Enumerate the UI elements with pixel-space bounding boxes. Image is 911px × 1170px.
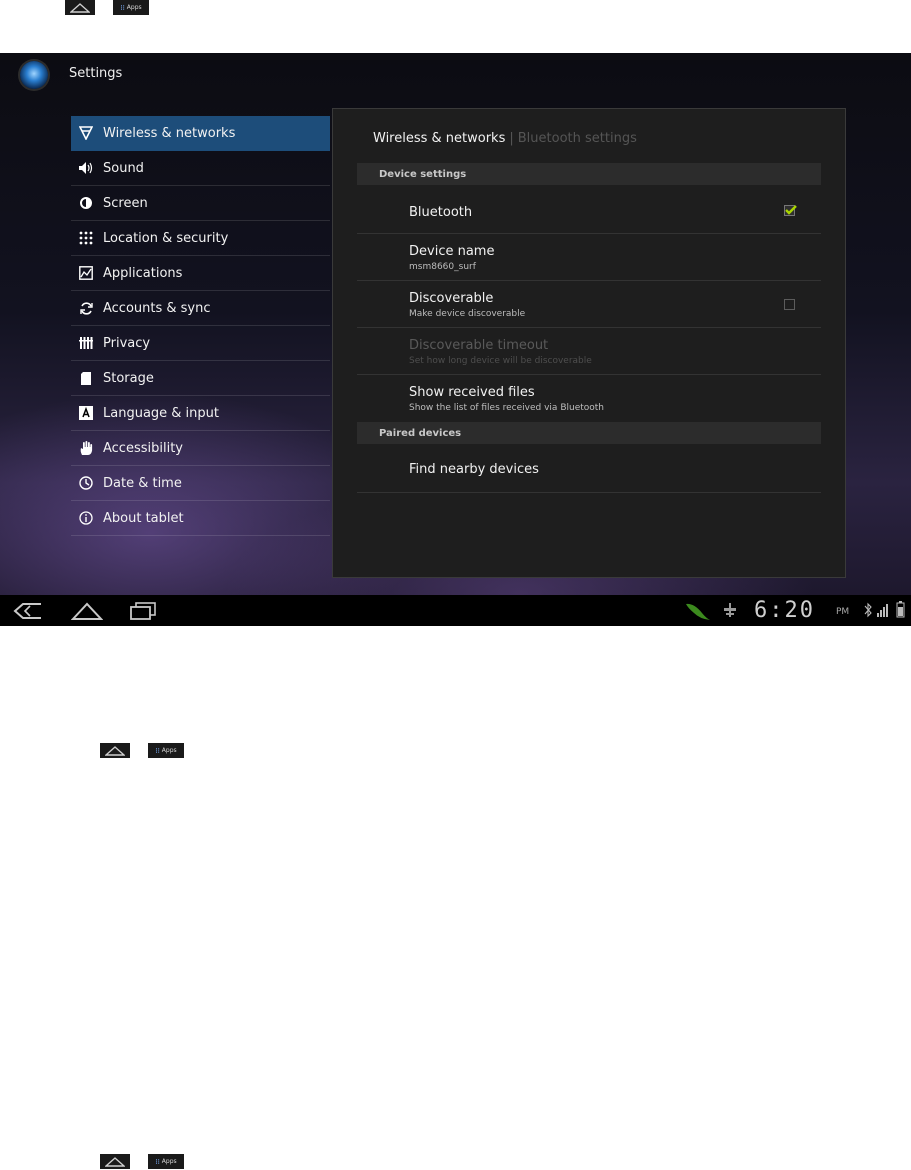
nav-item-screen[interactable]: Screen — [71, 186, 330, 221]
device-name-value: msm8660_surf — [409, 262, 476, 272]
find-nearby-devices-title: Find nearby devices — [409, 462, 539, 477]
nav-item-privacy[interactable]: Privacy — [71, 326, 330, 361]
nav-item-storage[interactable]: Storage — [71, 361, 330, 396]
nav-item-wireless-networks[interactable]: Wireless & networks — [71, 116, 330, 151]
mini-nav-top: ⁞⁞ Apps — [65, 0, 149, 15]
device-name-title: Device name — [409, 244, 495, 259]
nav-item-sound[interactable]: Sound — [71, 151, 330, 186]
breadcrumb-next: Bluetooth settings — [517, 131, 637, 146]
breadcrumb: Wireless & networks | Bluetooth settings — [373, 131, 637, 146]
apps-grid-icon: ⁞⁞ — [120, 3, 125, 12]
battery-icon — [896, 601, 905, 622]
clock-icon — [77, 474, 95, 492]
bluetooth-settings-panel: Wireless & networks | Bluetooth settings D… — [332, 108, 846, 578]
nav-item-location-security[interactable]: Location & security — [71, 221, 330, 256]
recent-apps-button[interactable] — [128, 601, 158, 621]
sync-icon — [77, 299, 95, 317]
nav-label: Wireless & networks — [103, 125, 236, 141]
nav-label: Storage — [103, 370, 154, 386]
discoverable-checkbox[interactable] — [784, 299, 795, 310]
show-received-files-row[interactable]: Show received files Show the list of fil… — [357, 375, 821, 422]
system-bar: 6:20 PM — [0, 595, 911, 626]
home-icon[interactable] — [65, 0, 95, 15]
bluetooth-checkbox[interactable] — [784, 205, 797, 216]
applications-icon — [77, 264, 95, 282]
nav-label: Applications — [103, 265, 183, 281]
home-button[interactable] — [70, 601, 104, 621]
discoverable-timeout-row: Discoverable timeout Set how long device… — [357, 328, 821, 375]
nav-item-accounts-sync[interactable]: Accounts & sync — [71, 291, 330, 326]
speaker-icon — [77, 159, 95, 177]
nav-item-accessibility[interactable]: Accessibility — [71, 431, 330, 466]
usb-debug-icon[interactable] — [722, 602, 738, 622]
discoverable-timeout-title: Discoverable timeout — [409, 338, 549, 353]
nav-label: About tablet — [103, 510, 184, 526]
tablet-screen: Settings Wireless & networks Sound Scree… — [0, 53, 911, 626]
apps-button[interactable]: ⁞⁞ Apps — [113, 0, 149, 15]
device-name-row[interactable]: Device name msm8660_surf — [357, 234, 821, 281]
settings-app-icon[interactable] — [20, 61, 48, 89]
breadcrumb-current[interactable]: Wireless & networks — [373, 131, 505, 146]
checkmark-icon — [785, 205, 797, 215]
apps-grid-icon: ⁞⁞ — [155, 746, 160, 755]
discoverable-row[interactable]: Discoverable Make device discoverable — [357, 281, 821, 328]
clock-ampm: PM — [836, 607, 850, 617]
show-received-files-summary: Show the list of files received via Blue… — [409, 403, 605, 413]
bluetooth-title: Bluetooth — [409, 205, 473, 220]
language-icon — [77, 404, 95, 422]
discoverable-summary: Make device discoverable — [409, 309, 526, 319]
bluetooth-toggle-row[interactable]: Bluetooth — [357, 187, 821, 234]
action-bar: Settings — [0, 53, 911, 97]
nav-item-about-tablet[interactable]: About tablet — [71, 501, 330, 536]
apps-grid-icon: ⁞⁞ — [155, 1157, 160, 1166]
apps-button[interactable]: ⁞⁞ Apps — [148, 743, 184, 758]
discoverable-title: Discoverable — [409, 291, 494, 306]
bluetooth-status-icon — [864, 602, 872, 622]
back-icon — [13, 603, 41, 619]
home-icon[interactable] — [100, 743, 130, 758]
home-icon — [71, 602, 103, 620]
nav-label: Date & time — [103, 475, 182, 491]
section-header-device-settings: Device settings — [357, 163, 821, 185]
home-icon[interactable] — [100, 1154, 130, 1169]
apps-label: Apps — [161, 1158, 177, 1165]
grid-dots-icon — [77, 229, 95, 247]
recent-apps-icon — [130, 602, 156, 620]
apps-label: Apps — [161, 747, 177, 754]
nav-label: Screen — [103, 195, 148, 211]
nav-item-applications[interactable]: Applications — [71, 256, 330, 291]
settings-nav: Wireless & networks Sound Screen Locatio… — [71, 116, 330, 536]
show-received-files-title: Show received files — [409, 385, 535, 400]
nav-label: Accounts & sync — [103, 300, 211, 316]
nav-label: Location & security — [103, 230, 229, 246]
clock-time[interactable]: 6:20 — [754, 598, 815, 623]
hand-icon — [77, 439, 95, 457]
mini-nav-middle: ⁞⁞ Apps — [100, 743, 184, 758]
discoverable-timeout-summary: Set how long device will be discoverable — [409, 356, 592, 366]
nav-item-date-time[interactable]: Date & time — [71, 466, 330, 501]
breadcrumb-separator: | — [509, 131, 514, 146]
mini-nav-bottom: ⁞⁞ Apps — [100, 1154, 184, 1169]
section-header-paired-devices: Paired devices — [357, 422, 821, 444]
nav-label: Privacy — [103, 335, 151, 351]
nav-label: Accessibility — [103, 440, 183, 456]
info-icon — [77, 509, 95, 527]
nav-label: Language & input — [103, 405, 219, 421]
brightness-icon — [77, 194, 95, 212]
sd-card-icon — [77, 369, 95, 387]
app-title: Settings — [69, 66, 123, 81]
apps-button[interactable]: ⁞⁞ Apps — [148, 1154, 184, 1169]
back-button[interactable] — [12, 601, 44, 621]
notification-leaf-icon[interactable] — [684, 601, 712, 625]
find-nearby-devices-row[interactable]: Find nearby devices — [357, 446, 821, 493]
nav-label: Sound — [103, 160, 144, 176]
signal-icon — [876, 602, 890, 622]
wifi-icon — [77, 124, 95, 142]
apps-label: Apps — [126, 4, 142, 11]
nav-item-language-input[interactable]: Language & input — [71, 396, 330, 431]
privacy-icon — [77, 334, 95, 352]
